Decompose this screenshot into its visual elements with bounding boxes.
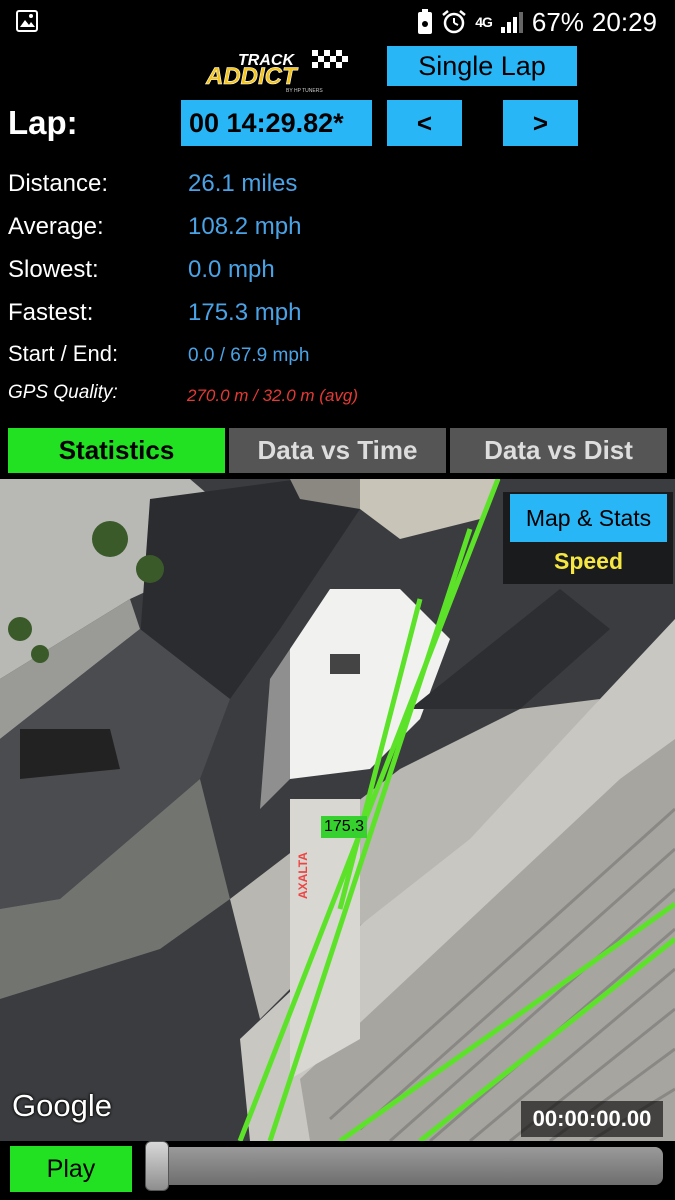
map-and-stats-button[interactable]: Map & Stats: [510, 494, 667, 542]
tab-statistics[interactable]: Statistics: [8, 428, 225, 473]
gps-quality-label: GPS Quality:: [8, 382, 118, 403]
battery-saver-icon: [418, 9, 433, 34]
battery-percent: 67%: [531, 6, 584, 37]
playback-slider-thumb[interactable]: [145, 1141, 169, 1191]
start-end-value: 0.0 / 67.9 mph: [188, 345, 310, 366]
lap-selector[interactable]: 00 14:29.82*: [181, 100, 372, 146]
speed-overlay-label[interactable]: Speed: [510, 548, 667, 575]
logo-main-text: ADDICT: [205, 63, 299, 90]
building-sign: AXALTA: [296, 852, 310, 899]
google-attribution: Google: [12, 1088, 112, 1123]
fastest-value: 175.3 mph: [188, 299, 302, 326]
single-lap-button[interactable]: Single Lap: [387, 46, 577, 86]
status-bar: 4G 67% 20:29: [0, 0, 675, 44]
clock-time: 20:29: [591, 6, 657, 37]
next-lap-button[interactable]: >: [503, 100, 578, 146]
previous-lap-button[interactable]: <: [387, 100, 462, 146]
max-speed-marker: 175.3: [321, 816, 368, 838]
playback-slider[interactable]: [145, 1147, 663, 1185]
average-value: 108.2 mph: [188, 213, 302, 240]
track-addict-logo: TRACK ADDICT BY HP TUNERS: [205, 50, 348, 94]
alarm-icon: [442, 10, 466, 34]
image-icon: [16, 10, 38, 32]
network-4g-icon: 4G: [475, 14, 493, 30]
signal-icon: [500, 12, 523, 33]
logo-sub-text: BY HP TUNERS: [286, 88, 323, 94]
slowest-value: 0.0 mph: [188, 256, 275, 283]
distance-value: 26.1 miles: [188, 170, 298, 197]
gps-quality-value: 270.0 m / 32.0 m (avg): [187, 386, 359, 405]
fastest-label: Fastest:: [8, 299, 94, 326]
distance-label: Distance:: [8, 170, 109, 197]
average-label: Average:: [8, 213, 104, 240]
play-button[interactable]: Play: [10, 1146, 132, 1192]
tab-data-vs-dist[interactable]: Data vs Dist: [450, 428, 667, 473]
playback-timecode: 00:00:00.00: [521, 1101, 663, 1137]
slowest-label: Slowest:: [8, 256, 99, 283]
lap-label: Lap:: [8, 104, 78, 141]
tab-data-vs-time[interactable]: Data vs Time: [229, 428, 446, 473]
start-end-label: Start / End:: [8, 341, 119, 366]
